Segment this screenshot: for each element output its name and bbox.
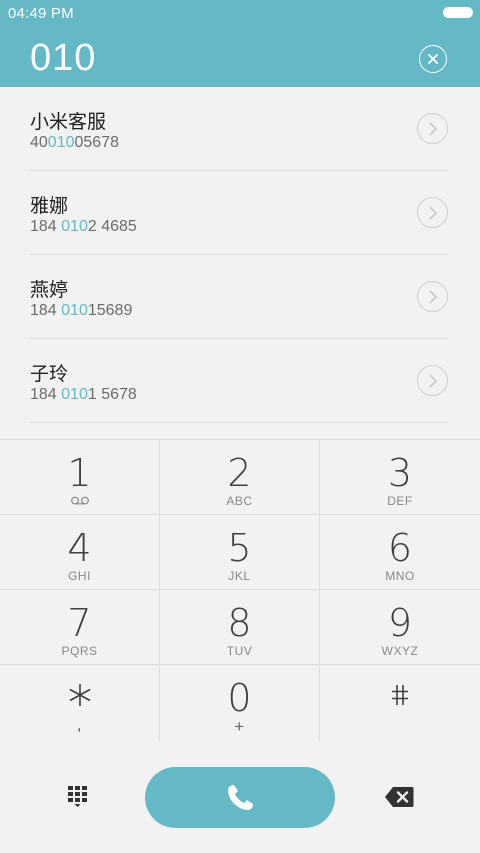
result-item[interactable]: 燕婷 184 01015689 — [30, 255, 448, 339]
contact-detail-button[interactable] — [417, 281, 448, 312]
chevron-right-icon — [428, 289, 437, 304]
key-letters: ABC — [226, 494, 253, 508]
key-digit: 4 — [67, 526, 92, 570]
key-8[interactable]: 8 TUV — [160, 590, 320, 665]
contact-name: 小米客服 — [30, 112, 107, 133]
key-digit: 9 — [387, 601, 413, 645]
key-letters: TUV — [226, 644, 253, 658]
key-9[interactable]: 9 WXYZ — [320, 590, 480, 665]
hash-icon — [320, 682, 480, 708]
phone-icon — [228, 784, 253, 810]
contact-detail-button[interactable] — [417, 113, 448, 144]
dialer-actions — [0, 741, 480, 853]
key-4[interactable]: 4 GHI — [0, 515, 160, 590]
search-results: 小米客服 4001005678 雅娜 184 0102 4685 燕婷 184 … — [0, 87, 480, 439]
battery-icon — [443, 7, 473, 18]
backspace-button[interactable] — [384, 786, 414, 813]
key-5[interactable]: 5 JKL — [160, 515, 320, 590]
contact-number: 4001005678 — [30, 134, 119, 151]
key-letters: GHI — [68, 569, 91, 583]
number-match: 010 — [61, 218, 88, 235]
dialer-header: 04:49 PM 010 — [0, 0, 480, 87]
contact-detail-button[interactable] — [417, 197, 448, 228]
dialed-number[interactable]: 010 — [30, 37, 96, 80]
key-digit: 3 — [387, 451, 413, 495]
close-icon — [428, 54, 438, 64]
key-star[interactable]: , * — [0, 665, 160, 742]
clear-button[interactable] — [419, 45, 447, 73]
voicemail-icon — [70, 496, 89, 505]
key-digit: 8 — [227, 601, 252, 645]
result-item[interactable]: 雅娜 184 0102 4685 — [30, 171, 448, 255]
number-match: 010 — [61, 302, 88, 319]
keypad-icon — [68, 786, 87, 807]
result-item[interactable]: 子玲 184 0101 5678 — [30, 339, 448, 423]
key-letters: WXYZ — [381, 644, 419, 658]
key-digit: 6 — [387, 526, 413, 570]
contact-name: 子玲 — [30, 364, 69, 385]
dial-keypad: 1 2 ABC 3 DEF 4 GHI 5 JKL 6 MNO 7 PQRS 8… — [0, 439, 480, 742]
status-time: 04:49 PM — [8, 5, 74, 22]
key-7[interactable]: 7 PQRS — [0, 590, 160, 665]
chevron-right-icon — [428, 373, 437, 388]
key-digit: 0 — [227, 676, 252, 720]
contact-number: 184 0102 4685 — [30, 218, 137, 235]
keypad-toggle-button[interactable] — [67, 786, 91, 813]
contact-name: 雅娜 — [30, 196, 69, 217]
key-letters: MNO — [385, 569, 415, 583]
key-6[interactable]: 6 MNO — [320, 515, 480, 590]
result-item[interactable]: 小米客服 4001005678 — [30, 87, 448, 171]
contact-name: 燕婷 — [30, 280, 69, 301]
key-1[interactable]: 1 — [0, 440, 160, 515]
key-letters: DEF — [387, 494, 413, 508]
key-letters: , — [77, 717, 82, 734]
contact-number: 184 01015689 — [30, 302, 133, 319]
key-digit: 7 — [67, 601, 92, 645]
chevron-right-icon — [428, 205, 437, 220]
key-letters: PQRS — [61, 644, 98, 658]
key-letters: + — [234, 717, 245, 736]
backspace-icon — [385, 787, 414, 807]
key-hash[interactable]: # — [320, 665, 480, 742]
key-digit: 1 — [67, 451, 92, 495]
key-0[interactable]: 0 + — [160, 665, 320, 742]
key-digit: 2 — [227, 451, 252, 495]
key-digit: 5 — [227, 526, 252, 570]
number-match: 010 — [61, 386, 88, 403]
asterisk-icon — [0, 682, 159, 708]
key-letters: JKL — [228, 569, 251, 583]
contact-number: 184 0101 5678 — [30, 386, 137, 403]
number-match: 010 — [47, 134, 75, 151]
key-2[interactable]: 2 ABC — [160, 440, 320, 515]
contact-detail-button[interactable] — [417, 365, 448, 396]
key-3[interactable]: 3 DEF — [320, 440, 480, 515]
chevron-right-icon — [428, 121, 437, 136]
call-button[interactable] — [145, 767, 335, 828]
